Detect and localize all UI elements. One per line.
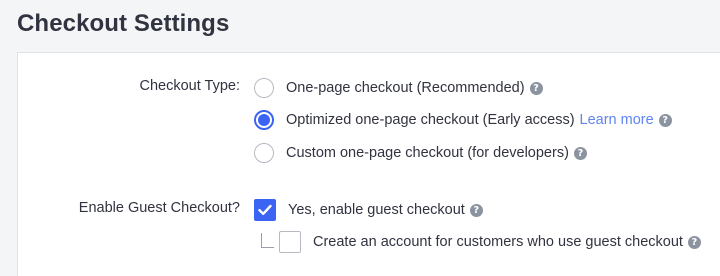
question-circle-icon[interactable]: ? — [573, 146, 587, 160]
learn-more-link[interactable]: Learn more — [580, 112, 654, 128]
question-circle-icon[interactable]: ? — [469, 203, 483, 217]
guest-checkout-label: Enable Guest Checkout? — [78, 200, 240, 216]
checkout-option-one-page[interactable]: One-page checkout (Recommended) ? — [254, 76, 543, 100]
create-account-option[interactable]: Create an account for customers who use … — [261, 230, 701, 254]
create-account-label: Create an account for customers who use … — [313, 234, 683, 250]
checkout-settings-panel: Checkout Type: One-page checkout (Recomm… — [17, 52, 720, 276]
enable-guest-checkout-checkbox[interactable] — [254, 199, 276, 221]
checkout-type-label: Checkout Type: — [139, 78, 241, 94]
tree-branch-connector — [261, 232, 274, 248]
radio-custom[interactable] — [254, 143, 274, 163]
radio-one-page[interactable] — [254, 78, 274, 98]
checkout-option-optimized[interactable]: Optimized one-page checkout (Early acces… — [254, 108, 672, 132]
create-account-checkbox[interactable] — [279, 231, 301, 253]
checkout-option-label: One-page checkout (Recommended) — [286, 80, 525, 96]
checkout-option-label: Custom one-page checkout (for developers… — [286, 145, 569, 161]
checkout-option-custom[interactable]: Custom one-page checkout (for developers… — [254, 141, 587, 165]
checkmark-icon — [258, 204, 272, 215]
page-title: Checkout Settings — [17, 10, 230, 37]
enable-guest-checkout-option[interactable]: Yes, enable guest checkout ? — [254, 198, 483, 222]
checkout-option-label: Optimized one-page checkout (Early acces… — [286, 112, 575, 128]
radio-selected-dot — [258, 114, 270, 126]
question-circle-icon[interactable]: ? — [687, 235, 701, 249]
enable-guest-checkout-label: Yes, enable guest checkout — [288, 202, 465, 218]
question-circle-icon[interactable]: ? — [658, 113, 672, 127]
checkout-type-label-wrap: Checkout Type: — [18, 78, 241, 98]
radio-optimized[interactable] — [254, 110, 274, 130]
guest-checkout-label-wrap: Enable Guest Checkout? — [18, 200, 240, 220]
question-circle-icon[interactable]: ? — [529, 81, 543, 95]
